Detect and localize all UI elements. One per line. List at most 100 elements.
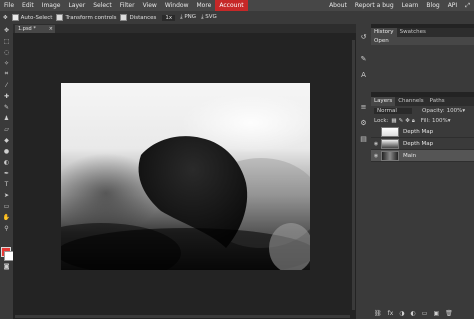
- link-learn[interactable]: Learn: [398, 0, 423, 11]
- adjustments-icon[interactable]: ≡: [359, 102, 368, 111]
- layers-panel: Layers Channels Paths Normal Opacity: 10…: [371, 97, 474, 319]
- quick-mask-icon[interactable]: ◙: [2, 262, 11, 270]
- layer-mask-icon[interactable]: ◑: [399, 310, 404, 317]
- layer-effects-icon[interactable]: fx: [388, 310, 394, 317]
- menu-edit[interactable]: Edit: [18, 0, 38, 11]
- link-layers-icon[interactable]: ⛓: [374, 310, 382, 317]
- menu-file[interactable]: File: [0, 0, 18, 11]
- layer-row-selected[interactable]: ◉ Main: [371, 150, 474, 162]
- marquee-icon[interactable]: ⬚: [2, 37, 11, 45]
- tab-channels[interactable]: Channels: [395, 97, 426, 106]
- delete-layer-icon[interactable]: 🗑︎: [445, 310, 453, 317]
- info-icon[interactable]: ▤: [359, 134, 368, 143]
- depth-map-image: [61, 83, 310, 270]
- properties-icon[interactable]: ⚙: [359, 118, 368, 127]
- fill-input[interactable]: 100%: [432, 118, 448, 124]
- link-about[interactable]: About: [325, 0, 351, 11]
- move-icon[interactable]: ✥: [2, 26, 11, 34]
- layer-name: Depth Map: [403, 128, 434, 135]
- hand-icon[interactable]: ✋: [2, 213, 11, 221]
- tab-swatches[interactable]: Swatches: [397, 28, 429, 37]
- lock-all-icon[interactable]: 🔒︎: [412, 118, 415, 125]
- tab-layers[interactable]: Layers: [371, 97, 396, 106]
- tab-history[interactable]: History: [371, 28, 397, 37]
- layer-row[interactable]: Depth Map: [371, 126, 474, 138]
- eraser-icon[interactable]: ▱: [2, 125, 11, 133]
- horizontal-scrollbar[interactable]: [15, 315, 350, 318]
- history-panel: History Swatches Open: [371, 28, 474, 92]
- magic-wand-icon[interactable]: ✧: [2, 59, 11, 67]
- transform-controls-checkbox[interactable]: [56, 14, 64, 21]
- link-report-bug[interactable]: Report a bug: [351, 0, 398, 11]
- layers-footer: ⛓ fx ◑ ◐ ▭ ▣ 🗑︎: [374, 310, 453, 317]
- menu-layer[interactable]: Layer: [64, 0, 89, 11]
- export-png-button[interactable]: ⤓ PNG: [180, 14, 196, 21]
- type-icon[interactable]: T: [2, 180, 11, 188]
- new-folder-icon[interactable]: ▭: [422, 310, 428, 317]
- layer-thumbnail: [381, 126, 399, 137]
- crop-icon[interactable]: ⌗: [2, 70, 11, 78]
- svg-label: SVG: [205, 14, 217, 20]
- history-panel-tabs: History Swatches: [371, 28, 474, 37]
- opacity-input[interactable]: 100%: [447, 108, 463, 114]
- shape-icon[interactable]: ▭: [2, 202, 11, 210]
- link-blog[interactable]: Blog: [422, 0, 443, 11]
- lasso-icon[interactable]: ◌: [2, 48, 11, 56]
- move-tool-icon: ✥: [3, 14, 8, 21]
- brush-settings-icon[interactable]: ✎: [359, 54, 368, 63]
- fill-dropdown-icon[interactable]: ▾: [448, 118, 451, 124]
- menu-bar: File Edit Image Layer Select Filter View…: [0, 0, 474, 11]
- eyedropper-icon[interactable]: ⁄: [2, 81, 11, 89]
- menu-view[interactable]: View: [139, 0, 161, 11]
- menu-select[interactable]: Select: [89, 0, 116, 11]
- png-label: PNG: [184, 14, 197, 20]
- fullscreen-icon[interactable]: ⤢: [461, 0, 474, 11]
- tool-bar: ✥ ⬚ ◌ ✧ ⌗ ⁄ ✚ ✎ ♟ ▱ ◆ ● ◐ ✒ T ➤ ▭ ✋ ⚲ ◙: [0, 24, 14, 319]
- fill-label: Fill:: [420, 118, 430, 124]
- layer-name: Main: [403, 152, 417, 159]
- lock-position-icon[interactable]: ✥: [405, 118, 410, 124]
- paint-bucket-icon[interactable]: ◆: [2, 136, 11, 144]
- auto-select-checkbox[interactable]: [11, 14, 19, 21]
- lock-transparency-icon[interactable]: ▦: [391, 118, 396, 124]
- tab-paths[interactable]: Paths: [427, 97, 448, 106]
- link-api[interactable]: API: [444, 0, 462, 11]
- layers-panel-tabs: Layers Channels Paths: [371, 97, 474, 106]
- document-tab[interactable]: 1.psd * ×: [15, 25, 55, 33]
- menu-filter[interactable]: Filter: [116, 0, 139, 11]
- close-tab-icon[interactable]: ×: [49, 25, 53, 33]
- layer-thumbnail: [381, 138, 399, 149]
- menu-image[interactable]: Image: [38, 0, 65, 11]
- history-entry[interactable]: Open: [371, 37, 474, 45]
- blur-icon[interactable]: ●: [2, 147, 11, 155]
- blend-mode-select[interactable]: Normal: [374, 108, 412, 114]
- menu-more[interactable]: More: [193, 0, 216, 11]
- options-bar: ✥ Auto-Select Transform controls Distanc…: [0, 11, 474, 24]
- opacity-dropdown-icon[interactable]: ▾: [462, 108, 465, 114]
- path-select-icon[interactable]: ➤: [2, 191, 11, 199]
- dodge-icon[interactable]: ◐: [2, 158, 11, 166]
- export-svg-button[interactable]: ⤓ SVG: [201, 14, 217, 21]
- pen-icon[interactable]: ✒: [2, 169, 11, 177]
- eye-icon[interactable]: ◉: [371, 141, 381, 147]
- document-tab-label: 1.psd *: [18, 26, 36, 32]
- menu-account[interactable]: Account: [215, 0, 248, 11]
- vertical-scrollbar[interactable]: [352, 40, 355, 310]
- adjustment-layer-icon[interactable]: ◐: [411, 310, 416, 317]
- lock-paint-icon[interactable]: ✎: [399, 118, 404, 124]
- layer-row[interactable]: ◉ Depth Map: [371, 138, 474, 150]
- zoom-icon[interactable]: ⚲: [2, 224, 11, 232]
- healing-icon[interactable]: ✚: [2, 92, 11, 100]
- zoom-select[interactable]: 1x: [162, 14, 176, 21]
- eye-icon[interactable]: ◉: [371, 153, 381, 159]
- menu-right-links: About Report a bug Learn Blog API ⤢: [325, 0, 474, 11]
- distances-checkbox[interactable]: [120, 14, 128, 21]
- lock-row: Lock: ▦ ✎ ✥ 🔒︎ Fill: 100% ▾: [371, 116, 474, 126]
- document-canvas[interactable]: [61, 83, 310, 270]
- new-layer-icon[interactable]: ▣: [433, 310, 439, 317]
- history-icon[interactable]: ↺: [359, 32, 368, 41]
- menu-window[interactable]: Window: [161, 0, 193, 11]
- brush-icon[interactable]: ✎: [2, 103, 11, 111]
- character-icon[interactable]: A: [359, 70, 368, 79]
- clone-stamp-icon[interactable]: ♟: [2, 114, 11, 122]
